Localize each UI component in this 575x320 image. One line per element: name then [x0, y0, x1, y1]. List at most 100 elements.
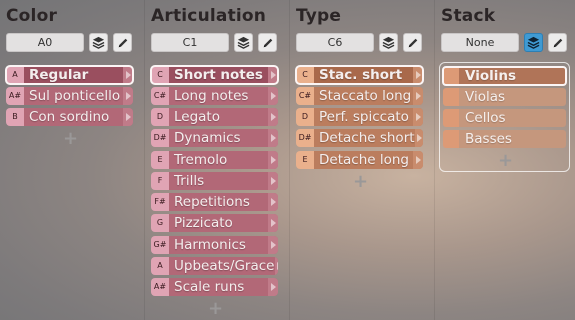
chevron-right-icon[interactable]	[268, 236, 278, 254]
color-swatch	[443, 67, 459, 85]
item-label: Stac. short	[319, 67, 403, 83]
column-divider	[144, 0, 145, 320]
chevron-right-icon[interactable]	[123, 87, 133, 105]
key-label: A#	[6, 87, 24, 105]
item-label: Violins	[459, 67, 566, 85]
edit-button[interactable]	[258, 33, 277, 52]
chevron-right-icon[interactable]	[268, 129, 278, 147]
key-label: A	[151, 257, 169, 275]
plus-icon[interactable]: +	[498, 152, 513, 170]
articulation-column: Articulation C1 C Short notes C# Long no…	[150, 0, 285, 320]
color-swatch	[443, 109, 459, 127]
edit-button[interactable]	[403, 33, 422, 52]
chevron-right-icon[interactable]	[413, 151, 423, 169]
column-title: Type	[296, 6, 342, 26]
layers-icon	[382, 36, 395, 49]
item-label: Harmonics	[174, 237, 246, 253]
key-label: C#	[296, 87, 314, 105]
item-label: Violas	[459, 88, 566, 106]
key-label: E	[151, 151, 169, 169]
color-swatch	[443, 130, 459, 148]
item-label: Sul ponticello	[29, 88, 121, 104]
chevron-right-icon[interactable]	[268, 151, 278, 169]
plus-icon[interactable]: +	[353, 173, 368, 191]
chevron-right-icon[interactable]	[413, 108, 423, 126]
list-item[interactable]: E Detache long	[296, 151, 423, 169]
item-label: Detache short	[319, 130, 415, 146]
layers-icon	[527, 36, 540, 49]
pencil-icon	[407, 37, 419, 49]
chevron-right-icon[interactable]	[414, 129, 423, 147]
chevron-right-icon[interactable]	[123, 108, 133, 126]
item-label: Long notes	[174, 88, 249, 104]
key-switch-field[interactable]: C6	[296, 33, 374, 52]
column-title: Articulation	[151, 6, 267, 26]
chevron-right-icon[interactable]	[268, 87, 278, 105]
item-label: Upbeats/Grace	[174, 258, 275, 274]
chevron-right-icon[interactable]	[123, 66, 133, 84]
color-column: Color A0 A Regular A# Sul ponticello B C…	[5, 0, 140, 320]
list-item[interactable]: A Upbeats/Grace	[151, 257, 278, 275]
key-switch-field[interactable]: None	[441, 33, 519, 52]
list-item[interactable]: D# Dynamics	[151, 129, 278, 147]
color-swatch	[443, 88, 459, 106]
key-label: F	[151, 172, 169, 190]
item-label: Tremolo	[174, 152, 228, 168]
key-switch-field[interactable]: C1	[151, 33, 229, 52]
layers-button[interactable]	[379, 33, 398, 52]
chevron-right-icon[interactable]	[268, 193, 278, 211]
list-item[interactable]: E Tremolo	[151, 151, 278, 169]
list-item[interactable]: Cellos	[443, 109, 566, 127]
item-label: Trills	[174, 173, 205, 189]
key-switch-field[interactable]: A0	[6, 33, 84, 52]
key-label: F#	[151, 193, 169, 211]
column-divider	[289, 0, 290, 320]
edit-button[interactable]	[113, 33, 132, 52]
list-item[interactable]: A# Sul ponticello	[6, 87, 133, 105]
column-title: Stack	[441, 6, 496, 26]
key-label: D#	[296, 129, 314, 147]
list-item[interactable]: F Trills	[151, 172, 278, 190]
item-label: Scale runs	[174, 279, 245, 295]
list-item[interactable]: A# Scale runs	[151, 278, 278, 296]
list-item[interactable]: A Regular	[5, 65, 134, 85]
plus-icon[interactable]: +	[208, 300, 223, 318]
chevron-right-icon[interactable]	[268, 66, 278, 84]
list-item[interactable]: C# Staccato long	[296, 87, 423, 105]
key-label: C	[151, 66, 169, 84]
edit-button[interactable]	[548, 33, 567, 52]
chevron-right-icon[interactable]	[268, 278, 278, 296]
key-label: C#	[151, 87, 169, 105]
chevron-right-icon[interactable]	[274, 257, 278, 275]
chevron-right-icon[interactable]	[268, 214, 278, 232]
item-label: Legato	[174, 109, 220, 125]
layers-button[interactable]	[234, 33, 253, 52]
pencil-icon	[552, 37, 564, 49]
list-item[interactable]: B Con sordino	[6, 108, 133, 126]
chevron-right-icon[interactable]	[413, 87, 423, 105]
plus-icon[interactable]: +	[63, 130, 78, 148]
list-item[interactable]: D Perf. spiccato	[296, 108, 423, 126]
list-item[interactable]: Violins	[442, 66, 567, 86]
layers-button[interactable]	[524, 33, 543, 52]
item-label: Short notes	[174, 67, 263, 83]
list-item[interactable]: G# Harmonics	[151, 236, 278, 254]
list-item[interactable]: C Stac. short	[295, 65, 424, 85]
list-item[interactable]: C# Long notes	[151, 87, 278, 105]
list-item[interactable]: D Legato	[151, 108, 278, 126]
list-item[interactable]: F# Repetitions	[151, 193, 278, 211]
chevron-right-icon[interactable]	[413, 66, 423, 84]
key-label: B	[6, 108, 24, 126]
layers-button[interactable]	[89, 33, 108, 52]
list-item[interactable]: Basses	[443, 130, 566, 148]
chevron-right-icon[interactable]	[268, 172, 278, 190]
key-label: D#	[151, 129, 169, 147]
chevron-right-icon[interactable]	[268, 108, 278, 126]
item-label: Repetitions	[174, 194, 250, 210]
list-item[interactable]: Violas	[443, 88, 566, 106]
pencil-icon	[262, 37, 274, 49]
list-item[interactable]: C Short notes	[150, 65, 279, 85]
stack-panel: Violins Violas Cellos Basses +	[439, 62, 570, 172]
list-item[interactable]: G Pizzicato	[151, 214, 278, 232]
list-item[interactable]: D# Detache short	[296, 129, 423, 147]
